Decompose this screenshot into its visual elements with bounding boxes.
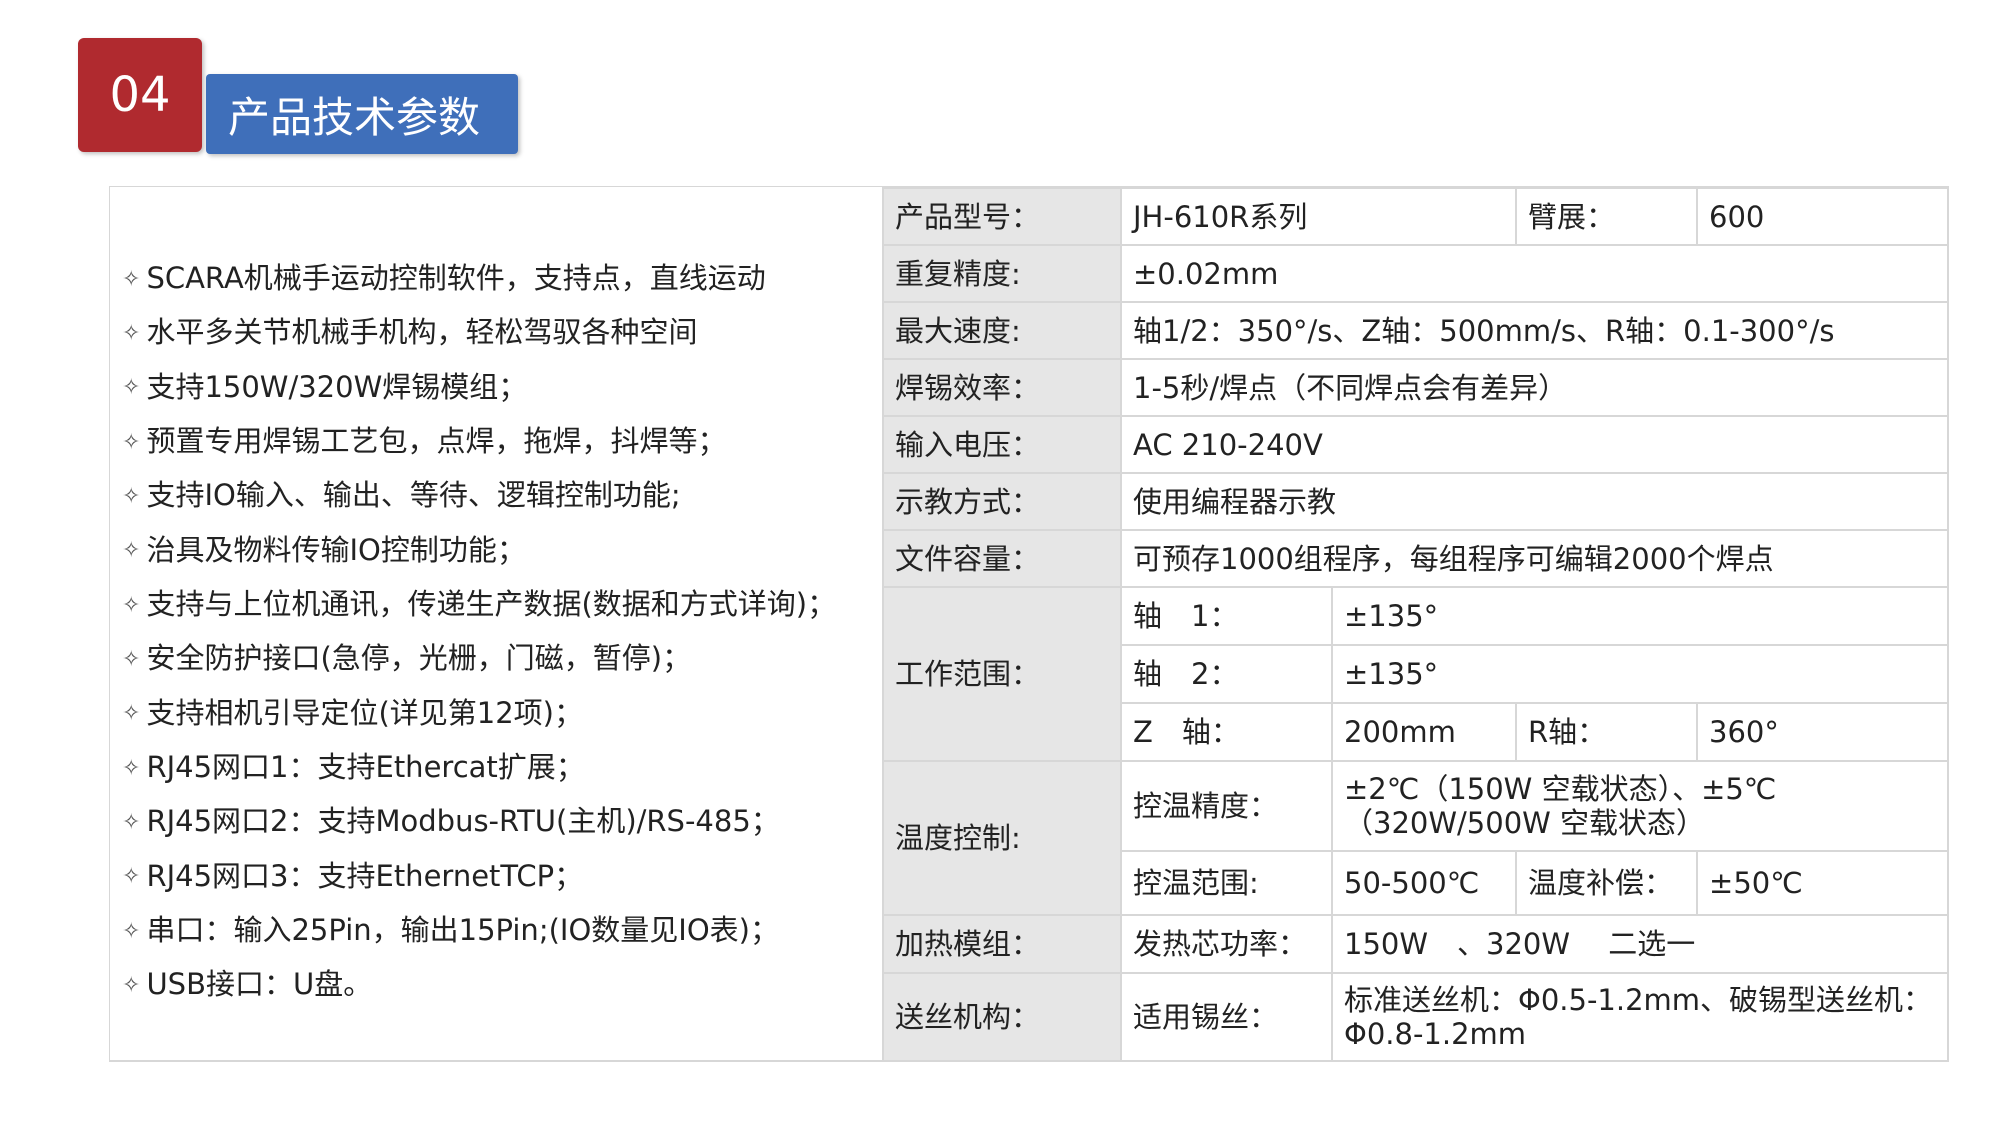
- raxis-label: R轴：: [1515, 702, 1699, 762]
- repeat-label: 重复精度:: [882, 244, 1122, 303]
- feature-text: 支持IO输入、输出、等待、逻辑控制功能;: [146, 478, 681, 513]
- teach-label: 示教方式：: [882, 472, 1122, 531]
- diamond-star-icon: ✧: [122, 755, 141, 781]
- feature-text: 水平多关节机械手机构，轻松驾驭各种空间: [146, 315, 698, 350]
- wire-label: 送丝机构：: [882, 972, 1122, 1062]
- diamond-star-icon: ✧: [122, 592, 141, 618]
- diamond-star-icon: ✧: [122, 810, 141, 836]
- diamond-star-icon: ✧: [122, 266, 141, 292]
- arm-label: 臂展：: [1515, 187, 1699, 246]
- diamond-star-icon: ✧: [122, 484, 141, 510]
- spec-row-model: 产品型号： JH-610R系列 臂展： 600: [882, 187, 1950, 246]
- diamond-star-icon: ✧: [122, 429, 141, 455]
- axis2-value: ±135°: [1330, 644, 1950, 704]
- feature-item: ✧ 串口：输入25Pin，输出15Pin;(IO数量见IO表)；: [122, 904, 836, 958]
- axis1-value: ±135°: [1330, 586, 1950, 646]
- spec-row-voltage: 输入电压： AC 210-240V: [882, 415, 1950, 474]
- feature-text: 串口：输入25Pin，输出15Pin;(IO数量见IO表)；: [146, 913, 779, 948]
- model-label: 产品型号：: [882, 187, 1122, 246]
- temp-range-value: 50-500℃: [1330, 850, 1518, 916]
- spec-row-repeat: 重复精度: ±0.02mm: [882, 244, 1950, 303]
- voltage-value: AC 210-240V: [1119, 415, 1950, 474]
- diamond-star-icon: ✧: [122, 864, 141, 890]
- diamond-star-icon: ✧: [122, 647, 141, 673]
- spec-row-file: 文件容量： 可预存1000组程序，每组程序可编辑2000个焊点: [882, 529, 1950, 588]
- wire-value: 标准送丝机：Φ0.5-1.2mm、破锡型送丝机： Φ0.8-1.2mm: [1330, 972, 1950, 1062]
- feature-text: RJ45网口1：支持Ethercat扩展；: [146, 750, 585, 785]
- speed-value: 轴1/2：350°/s、Z轴：500mm/s、R轴：0.1-300°/s: [1119, 301, 1950, 360]
- arm-value: 600: [1696, 187, 1950, 246]
- zaxis-value: 200mm: [1330, 702, 1518, 762]
- feature-text: 支持150W/320W焊锡模组；: [146, 369, 528, 404]
- range-label: 工作范围：: [882, 586, 1122, 762]
- wire-sub-label: 适用锡丝：: [1120, 972, 1333, 1062]
- file-label: 文件容量：: [882, 529, 1122, 588]
- section-number-badge: 04: [78, 38, 202, 152]
- efficiency-value: 1-5秒/焊点（不同焊点会有差异）: [1119, 358, 1950, 417]
- temp-precision-value: ±2℃（150W 空载状态）、±5℃ （320W/500W 空载状态）: [1330, 760, 1950, 852]
- spec-row-heat: 加热模组： 发热芯功率： 150W 、320W 二选一: [882, 914, 1950, 974]
- temp-comp-value: ±50℃: [1696, 850, 1950, 916]
- diamond-star-icon: ✧: [122, 973, 141, 999]
- axis2-label: 轴 2：: [1120, 644, 1333, 704]
- file-value: 可预存1000组程序，每组程序可编辑2000个焊点: [1119, 529, 1950, 588]
- diamond-star-icon: ✧: [122, 375, 141, 401]
- section-title: 产品技术参数: [206, 74, 518, 154]
- feature-item: ✧ 预置专用焊锡工艺包，点焊，拖焊，抖焊等；: [122, 415, 836, 469]
- feature-item: ✧ 水平多关节机械手机构，轻松驾驭各种空间: [122, 306, 836, 360]
- feature-text: 预置专用焊锡工艺包，点焊，拖焊，抖焊等；: [146, 424, 727, 459]
- raxis-value: 360°: [1696, 702, 1950, 762]
- feature-item: ✧ 支持相机引导定位(详见第12项)；: [122, 687, 836, 741]
- diamond-star-icon: ✧: [122, 538, 141, 564]
- spec-row-wire: 送丝机构： 适用锡丝： 标准送丝机：Φ0.5-1.2mm、破锡型送丝机： Φ0.8…: [882, 972, 1950, 1062]
- axis1-label: 轴 1：: [1120, 586, 1333, 646]
- feature-item: ✧ USB接口：U盘。: [122, 958, 836, 1012]
- diamond-star-icon: ✧: [122, 701, 141, 727]
- voltage-label: 输入电压：: [882, 415, 1122, 474]
- feature-text: RJ45网口3：支持EthernetTCP；: [146, 858, 584, 893]
- temp-range-label: 控温范围:: [1120, 850, 1333, 916]
- efficiency-label: 焊锡效率：: [882, 358, 1122, 417]
- teach-value: 使用编程器示教: [1119, 472, 1950, 531]
- temp-precision-label: 控温精度：: [1120, 760, 1333, 852]
- feature-item: ✧ 安全防护接口(急停，光栅，门磁，暂停)；: [122, 632, 836, 686]
- temp-comp-label: 温度补偿：: [1515, 850, 1699, 916]
- model-value: JH-610R系列: [1119, 187, 1518, 246]
- repeat-value: ±0.02mm: [1119, 244, 1950, 303]
- spec-table: 产品型号： JH-610R系列 臂展： 600 重复精度: ±0.02mm 最大…: [882, 187, 1950, 1062]
- feature-text: 治具及物料传输IO控制功能；: [146, 532, 526, 567]
- feature-text: SCARA机械手运动控制软件，支持点，直线运动: [146, 261, 766, 295]
- heat-label: 加热模组：: [882, 914, 1122, 974]
- feature-item: ✧ 支持150W/320W焊锡模组；: [122, 361, 836, 415]
- spec-row-speed: 最大速度: 轴1/2：350°/s、Z轴：500mm/s、R轴：0.1-300°…: [882, 301, 1950, 360]
- zaxis-label: Z 轴：: [1120, 702, 1333, 762]
- feature-list: ✧ SCARA机械手运动控制软件，支持点，直线运动 ✧ 水平多关节机械手机构，轻松驾驭…: [122, 252, 836, 1013]
- feature-text: 支持相机引导定位(详见第12项)；: [146, 695, 583, 730]
- feature-item: ✧ RJ45网口3：支持EthernetTCP；: [122, 850, 836, 904]
- heat-value: 150W 、320W 二选一: [1330, 914, 1950, 974]
- diamond-star-icon: ✧: [122, 320, 141, 346]
- feature-item: ✧ RJ45网口2：支持Modbus-RTU(主机)/RS-485；: [122, 795, 836, 849]
- diamond-star-icon: ✧: [122, 918, 141, 944]
- feature-item: ✧ 支持IO输入、输出、等待、逻辑控制功能;: [122, 469, 836, 523]
- spec-row-temp-precision: 温度控制: 控温精度： ±2℃（150W 空载状态）、±5℃ （320W/500W…: [882, 760, 1950, 916]
- feature-text: USB接口：U盘。: [146, 967, 373, 1002]
- spec-row-axis1: 工作范围： 轴 1： ±135°: [882, 586, 1950, 762]
- spec-row-teach: 示教方式： 使用编程器示教: [882, 472, 1950, 531]
- heat-sub-label: 发热芯功率：: [1120, 914, 1333, 974]
- feature-item: ✧ RJ45网口1：支持Ethercat扩展；: [122, 741, 836, 795]
- feature-item: ✧ 支持与上位机通讯，传递生产数据(数据和方式详询)；: [122, 578, 836, 632]
- feature-item: ✧ SCARA机械手运动控制软件，支持点，直线运动: [122, 252, 836, 306]
- feature-item: ✧ 治具及物料传输IO控制功能；: [122, 524, 836, 578]
- speed-label: 最大速度:: [882, 301, 1122, 360]
- spec-row-efficiency: 焊锡效率： 1-5秒/焊点（不同焊点会有差异）: [882, 358, 1950, 417]
- feature-text: 支持与上位机通讯，传递生产数据(数据和方式详询)；: [146, 587, 837, 622]
- feature-text: 安全防护接口(急停，光栅，门磁，暂停)；: [146, 641, 692, 676]
- feature-text: RJ45网口2：支持Modbus-RTU(主机)/RS-485；: [146, 804, 780, 839]
- temp-label: 温度控制:: [882, 760, 1122, 916]
